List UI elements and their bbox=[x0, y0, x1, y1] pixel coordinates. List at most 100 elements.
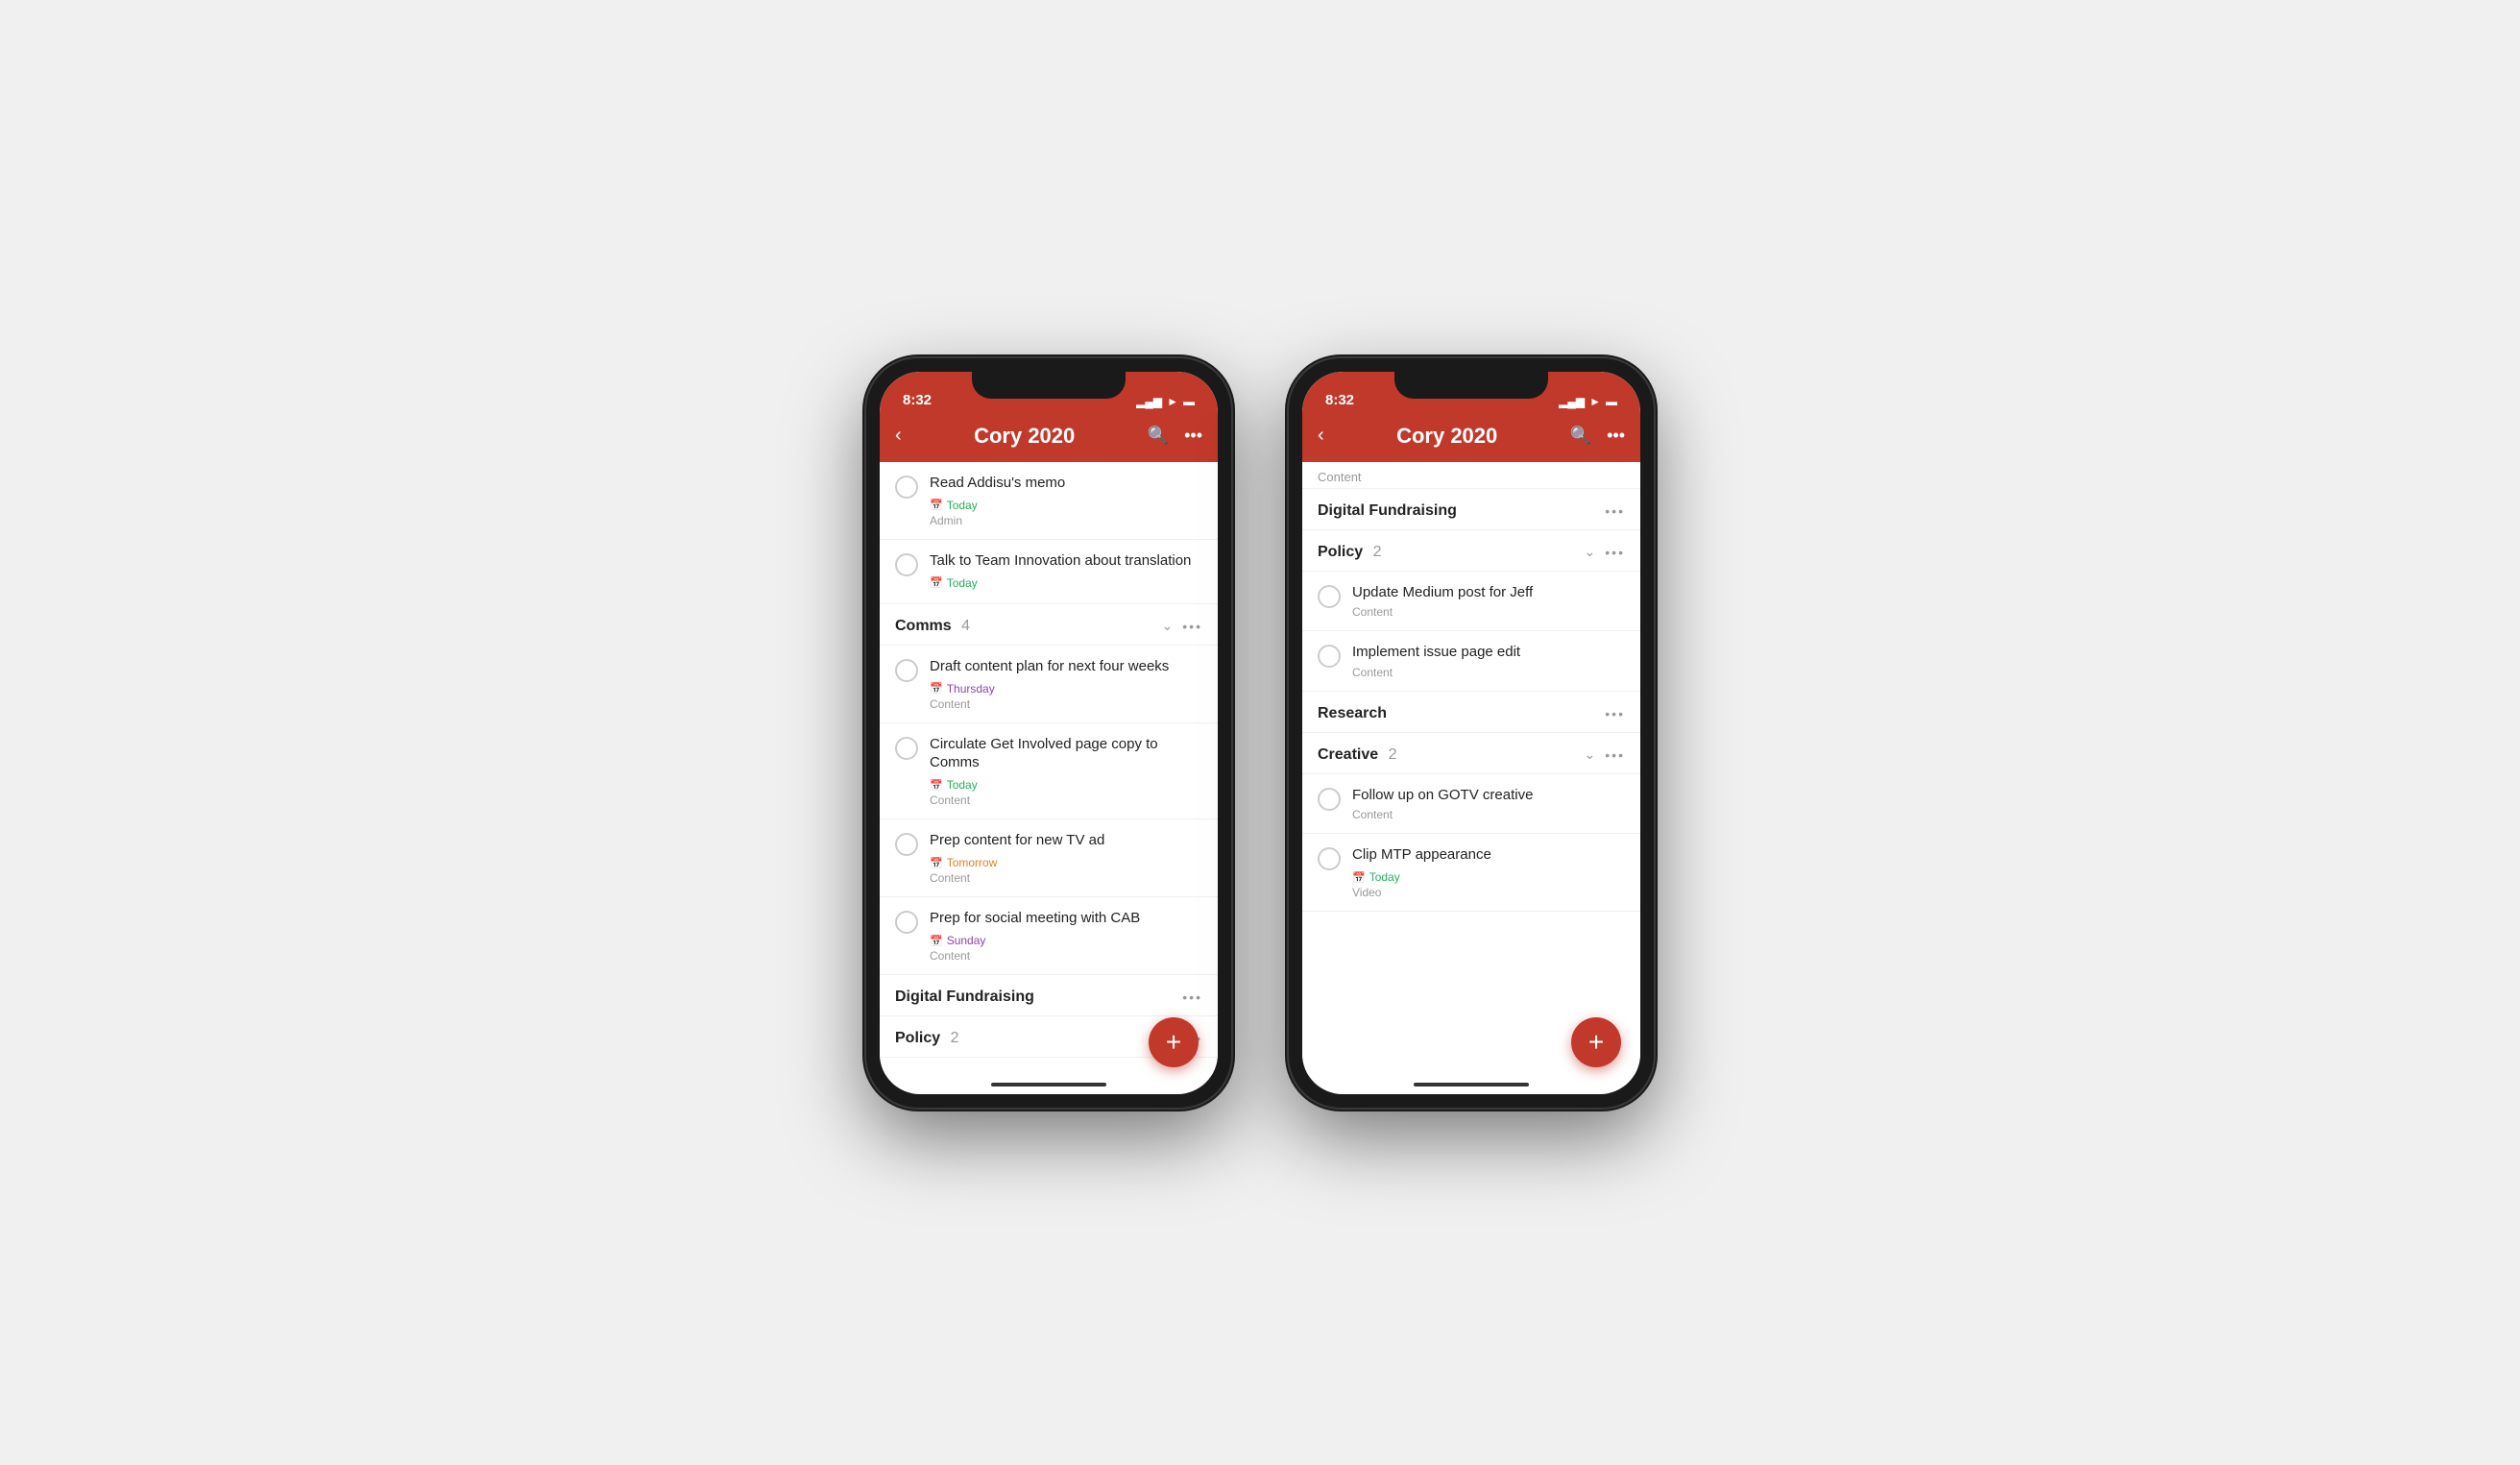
section-header-creative[interactable]: Creative 2 ⌄ ••• bbox=[1302, 733, 1640, 774]
task-title-draft-content: Draft content plan for next four weeks bbox=[930, 657, 1202, 676]
battery-icon-right: ▬ bbox=[1606, 395, 1617, 408]
task-title-prep-cab: Prep for social meeting with CAB bbox=[930, 909, 1202, 928]
task-circulate[interactable]: Circulate Get Involved page copy to Comm… bbox=[880, 723, 1218, 820]
task-checkbox-talk-team[interactable] bbox=[895, 553, 918, 576]
task-title-circulate: Circulate Get Involved page copy to Comm… bbox=[930, 735, 1202, 772]
section-header-digital-fundraising[interactable]: Digital Fundraising ••• bbox=[880, 975, 1218, 1016]
calendar-icon-draft-content: 📅 bbox=[930, 682, 943, 695]
task-checkbox-gotv-creative[interactable] bbox=[1318, 788, 1341, 811]
fab-button-left[interactable]: + bbox=[1149, 1017, 1199, 1067]
more-icon-research[interactable]: ••• bbox=[1605, 706, 1625, 721]
task-implement-issue[interactable]: Implement issue page edit Content bbox=[1302, 631, 1640, 692]
task-title-implement-issue: Implement issue page edit bbox=[1352, 643, 1625, 662]
top-label-content: Content bbox=[1302, 462, 1640, 489]
task-content-implement-issue: Implement issue page edit Content bbox=[1352, 643, 1625, 679]
back-button-left[interactable]: ‹ bbox=[895, 425, 902, 447]
task-checkbox-clip-mtp[interactable] bbox=[1318, 847, 1341, 870]
section-header-digital-fundraising2[interactable]: Digital Fundraising ••• bbox=[1302, 489, 1640, 530]
more-icon-policy2[interactable]: ••• bbox=[1605, 545, 1625, 560]
chevron-icon-creative[interactable]: ⌄ bbox=[1585, 746, 1596, 763]
task-date-read-addisu: 📅 Today bbox=[930, 499, 978, 512]
section-actions-creative: ⌄ ••• bbox=[1585, 746, 1625, 763]
section-title-digital-fundraising2: Digital Fundraising bbox=[1318, 502, 1457, 520]
task-prep-cab[interactable]: Prep for social meeting with CAB 📅 Sunda… bbox=[880, 897, 1218, 975]
search-icon-right[interactable]: 🔍 bbox=[1570, 426, 1591, 446]
task-talk-team[interactable]: Talk to Team Innovation about translatio… bbox=[880, 540, 1218, 604]
task-tag-read-addisu: Admin bbox=[930, 514, 1202, 527]
page-title-right: Cory 2020 bbox=[1396, 424, 1497, 449]
fab-button-right[interactable]: + bbox=[1571, 1017, 1621, 1067]
task-content-draft-content: Draft content plan for next four weeks 📅… bbox=[930, 657, 1202, 711]
home-bar-right bbox=[1414, 1083, 1529, 1087]
chevron-icon-policy2[interactable]: ⌄ bbox=[1585, 544, 1596, 560]
calendar-icon-prep-tv: 📅 bbox=[930, 857, 943, 869]
task-update-medium[interactable]: Update Medium post for Jeff Content bbox=[1302, 572, 1640, 632]
task-date-draft-content: 📅 Thursday bbox=[930, 682, 995, 696]
home-indicator-left bbox=[880, 1075, 1218, 1094]
task-checkbox-prep-tv[interactable] bbox=[895, 833, 918, 856]
more-icon-left[interactable]: ••• bbox=[1184, 426, 1202, 446]
section-actions-comms: ⌄ ••• bbox=[1162, 618, 1202, 634]
phone-screen-left: 8:32 ▂▄▆ ► ▬ ‹ Cory 2020 🔍 ••• Read Addi… bbox=[880, 372, 1218, 1094]
home-bar-left bbox=[991, 1083, 1106, 1087]
task-checkbox-implement-issue[interactable] bbox=[1318, 645, 1341, 668]
section-title-creative: Creative 2 bbox=[1318, 746, 1397, 764]
section-header-research[interactable]: Research ••• bbox=[1302, 692, 1640, 733]
content-right: Content Digital Fundraising ••• Policy 2… bbox=[1302, 462, 1640, 1075]
calendar-icon-prep-cab: 📅 bbox=[930, 935, 943, 947]
section-header-policy2[interactable]: Policy 2 ⌄ ••• bbox=[1302, 530, 1640, 572]
task-title-update-medium: Update Medium post for Jeff bbox=[1352, 583, 1625, 602]
task-clip-mtp[interactable]: Clip MTP appearance 📅 Today Video bbox=[1302, 834, 1640, 912]
header-icons-right: 🔍 ••• bbox=[1570, 426, 1625, 446]
task-read-addisu[interactable]: Read Addisu's memo 📅 Today Admin bbox=[880, 462, 1218, 540]
task-title-prep-tv: Prep content for new TV ad bbox=[930, 831, 1202, 850]
task-checkbox-draft-content[interactable] bbox=[895, 659, 918, 682]
status-icons-left: ▂▄▆ ► ▬ bbox=[1136, 395, 1195, 408]
task-checkbox-circulate[interactable] bbox=[895, 737, 918, 760]
task-prep-tv[interactable]: Prep content for new TV ad 📅 Tomorrow Co… bbox=[880, 819, 1218, 897]
calendar-icon-clip-mtp: 📅 bbox=[1352, 871, 1366, 884]
status-icons-right: ▂▄▆ ► ▬ bbox=[1559, 395, 1617, 408]
home-indicator-right bbox=[1302, 1075, 1640, 1094]
more-icon-digital-fundraising2[interactable]: ••• bbox=[1605, 503, 1625, 519]
section-header-comms[interactable]: Comms 4 ⌄ ••• bbox=[880, 604, 1218, 646]
task-content-clip-mtp: Clip MTP appearance 📅 Today Video bbox=[1352, 845, 1625, 899]
notch-left bbox=[972, 372, 1126, 399]
search-icon-left[interactable]: 🔍 bbox=[1148, 426, 1169, 446]
back-button-right[interactable]: ‹ bbox=[1318, 425, 1324, 447]
phone-screen-right: 8:32 ▂▄▆ ► ▬ ‹ Cory 2020 🔍 ••• Content D… bbox=[1302, 372, 1640, 1094]
task-tag-draft-content: Content bbox=[930, 697, 1202, 711]
task-draft-content[interactable]: Draft content plan for next four weeks 📅… bbox=[880, 646, 1218, 723]
wifi-icon-right: ► bbox=[1589, 395, 1601, 408]
notch-right bbox=[1394, 372, 1548, 399]
more-icon-comms[interactable]: ••• bbox=[1182, 619, 1202, 634]
task-title-gotv-creative: Follow up on GOTV creative bbox=[1352, 786, 1625, 805]
content-left: Read Addisu's memo 📅 Today Admin Talk to… bbox=[880, 462, 1218, 1075]
task-tag-implement-issue: Content bbox=[1352, 666, 1625, 679]
section-title-policy: Policy 2 bbox=[895, 1030, 959, 1047]
task-tag-clip-mtp: Video bbox=[1352, 886, 1625, 899]
task-checkbox-read-addisu[interactable] bbox=[895, 476, 918, 499]
task-tag-update-medium: Content bbox=[1352, 605, 1625, 619]
section-title-digital-fundraising: Digital Fundraising bbox=[895, 989, 1034, 1006]
section-title-comms: Comms 4 bbox=[895, 618, 970, 635]
task-date-prep-cab: 📅 Sunday bbox=[930, 934, 985, 947]
task-gotv-creative[interactable]: Follow up on GOTV creative Content bbox=[1302, 774, 1640, 835]
header-right: ‹ Cory 2020 🔍 ••• bbox=[1302, 414, 1640, 462]
task-tag-circulate: Content bbox=[930, 794, 1202, 807]
header-left: ‹ Cory 2020 🔍 ••• bbox=[880, 414, 1218, 462]
header-icons-left: 🔍 ••• bbox=[1148, 426, 1202, 446]
battery-icon-left: ▬ bbox=[1183, 395, 1195, 408]
more-icon-creative[interactable]: ••• bbox=[1605, 747, 1625, 763]
task-date-prep-tv: 📅 Tomorrow bbox=[930, 856, 997, 869]
more-icon-digital-fundraising[interactable]: ••• bbox=[1182, 989, 1202, 1005]
task-date-clip-mtp: 📅 Today bbox=[1352, 870, 1400, 884]
chevron-icon-comms[interactable]: ⌄ bbox=[1162, 618, 1174, 634]
task-content-circulate: Circulate Get Involved page copy to Comm… bbox=[930, 735, 1202, 808]
task-checkbox-update-medium[interactable] bbox=[1318, 585, 1341, 608]
more-icon-right[interactable]: ••• bbox=[1607, 426, 1625, 446]
section-title-policy2: Policy 2 bbox=[1318, 544, 1382, 561]
task-content-prep-cab: Prep for social meeting with CAB 📅 Sunda… bbox=[930, 909, 1202, 963]
calendar-icon-circulate: 📅 bbox=[930, 779, 943, 792]
task-checkbox-prep-cab[interactable] bbox=[895, 911, 918, 934]
